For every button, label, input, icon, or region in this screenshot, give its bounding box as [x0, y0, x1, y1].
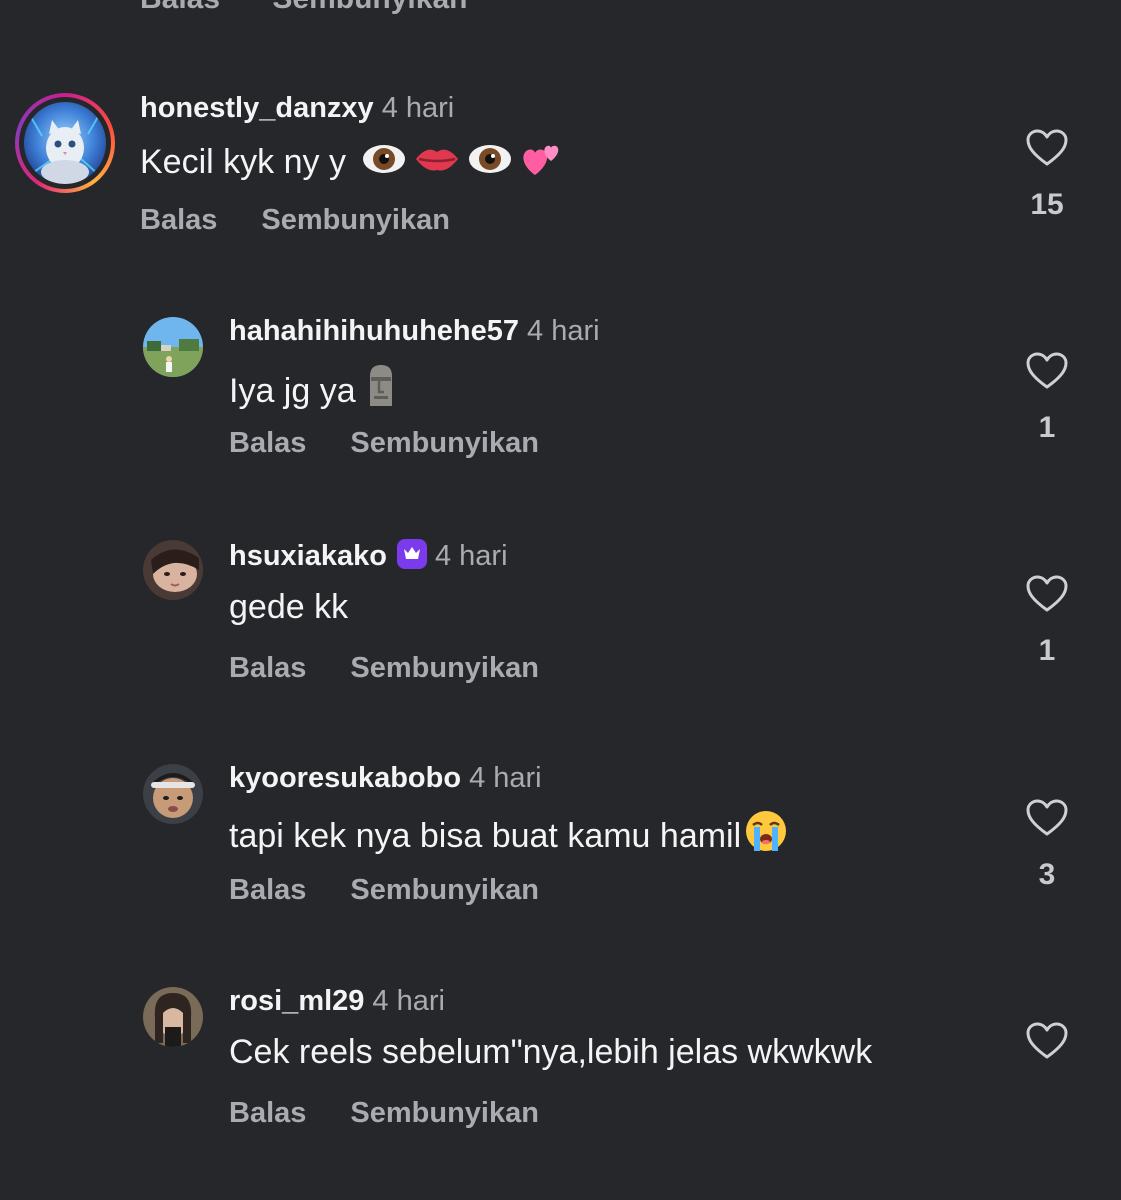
comment-actions: Balas Sembunyikan — [229, 873, 539, 907]
reply-button[interactable]: Balas — [229, 874, 306, 906]
timestamp: 4 hari — [434, 540, 508, 572]
like-control: 15 — [1024, 128, 1070, 222]
story-ring[interactable] — [15, 93, 115, 193]
crown-badge-icon — [396, 539, 427, 569]
comment-body: Kecil kyk ny y — [140, 143, 346, 181]
heart-icon[interactable] — [1025, 128, 1069, 168]
eye-icon — [467, 139, 513, 188]
comment-actions: Balas Sembunyikan — [229, 426, 539, 460]
reply-button[interactable]: Balas — [229, 652, 306, 684]
hide-button[interactable]: Sembunyikan — [272, 0, 467, 15]
lips-icon — [413, 139, 461, 188]
comment-actions: Balas Sembunyikan — [229, 1096, 539, 1130]
comment-actions: Balas Sembunyikan — [229, 651, 539, 685]
avatar[interactable] — [143, 540, 203, 600]
reply-button[interactable]: Balas — [229, 1097, 306, 1129]
comment-header: rosi_ml29 4 hari — [229, 984, 445, 1018]
heart-icon[interactable] — [1025, 574, 1069, 614]
comment-text: Kecil kyk ny y — [140, 139, 563, 188]
comment-header: hsuxiakako 4 hari — [229, 539, 508, 573]
comment-actions: Balas Sembunyikan — [140, 203, 450, 237]
avatar[interactable] — [24, 102, 106, 184]
username[interactable]: hsuxiakako — [229, 540, 387, 572]
heart-icon[interactable] — [1025, 798, 1069, 838]
username[interactable]: hahahihihuhuhehe57 — [229, 315, 519, 347]
like-control: 3 — [1024, 798, 1070, 892]
comment-body: gede kk — [229, 588, 349, 626]
username[interactable]: rosi_ml29 — [229, 985, 364, 1017]
reply-button[interactable]: Balas — [140, 0, 220, 15]
timestamp: 4 hari — [372, 985, 445, 1017]
avatar[interactable] — [143, 317, 203, 377]
comment-body: Cek reels sebelum"nya,lebih jelas wkwkwk — [229, 1033, 873, 1071]
hide-button[interactable]: Sembunyikan — [350, 427, 539, 459]
comment-body: tapi kek nya bisa buat kamu hamil — [229, 817, 742, 855]
comment-text: tapi kek nya bisa buat kamu hamil — [229, 809, 789, 862]
like-count: 1 — [1038, 634, 1056, 667]
loudly-crying-face-icon — [743, 809, 789, 862]
avatar[interactable] — [143, 987, 203, 1047]
heart-icon[interactable] — [1025, 351, 1069, 391]
like-count: 15 — [1030, 188, 1064, 221]
comment-header: kyooresukabobo 4 hari — [229, 761, 542, 795]
comment-header: honestly_danzxy 4 hari — [140, 91, 454, 125]
heart-icon[interactable] — [1025, 1021, 1069, 1061]
hide-button[interactable]: Sembunyikan — [350, 1097, 539, 1129]
like-count: 1 — [1038, 411, 1056, 444]
username[interactable]: honestly_danzxy — [140, 92, 374, 124]
timestamp: 4 hari — [527, 315, 600, 347]
reply-button[interactable]: Balas — [229, 427, 306, 459]
hide-button[interactable]: Sembunyikan — [350, 874, 539, 906]
hide-button[interactable]: Sembunyikan — [350, 652, 539, 684]
comment-text: Cek reels sebelum"nya,lebih jelas wkwkwk — [229, 1032, 872, 1072]
username[interactable]: kyooresukabobo — [229, 762, 461, 794]
like-control — [1024, 1021, 1070, 1081]
moai-icon — [362, 362, 400, 417]
comment-text: gede kk — [229, 587, 348, 627]
like-control: 1 — [1024, 574, 1070, 668]
hide-button[interactable]: Sembunyikan — [261, 204, 450, 236]
timestamp: 4 hari — [469, 762, 542, 794]
like-control: 1 — [1024, 351, 1070, 445]
eye-icon — [361, 139, 407, 188]
comment-text: Iya jg ya — [229, 362, 400, 417]
avatar[interactable] — [143, 764, 203, 824]
comment-header: hahahihihuhuhehe57 4 hari — [229, 314, 600, 348]
previous-comment-actions: Balas Sembunyikan — [140, 0, 467, 16]
timestamp: 4 hari — [381, 92, 455, 124]
two-hearts-icon — [519, 139, 563, 188]
comment-body: Iya jg ya — [229, 372, 356, 410]
like-count: 3 — [1038, 858, 1056, 891]
reply-button[interactable]: Balas — [140, 204, 217, 236]
comments-screen: Balas Sembunyikan — [0, 0, 1121, 1200]
